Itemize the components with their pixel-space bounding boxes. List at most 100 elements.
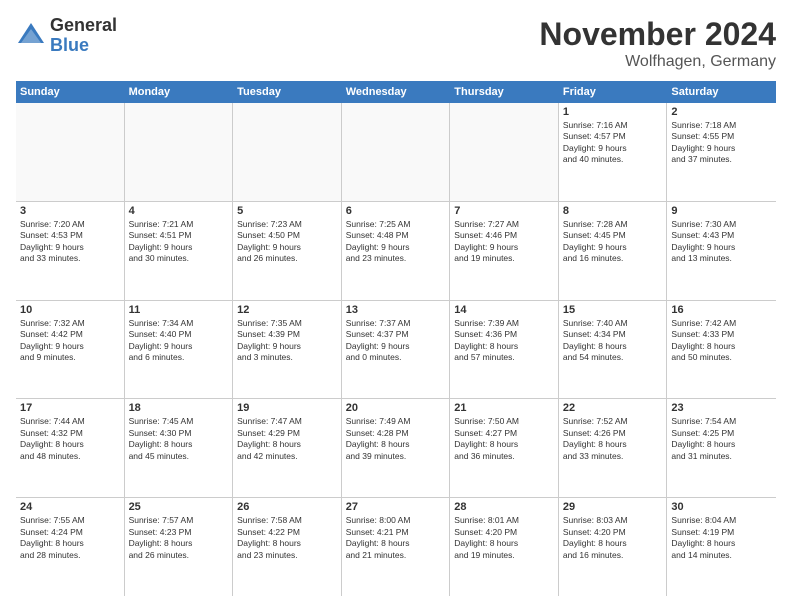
- day-info: Sunrise: 7:45 AM Sunset: 4:30 PM Dayligh…: [129, 416, 229, 462]
- day-cell-27: 27 Sunrise: 8:00 AM Sunset: 4:21 PM Dayli…: [342, 498, 451, 596]
- day-number: 21: [454, 402, 554, 414]
- day-cell-22: 22Sunrise: 7:52 AM Sunset: 4:26 PM Dayli…: [559, 399, 668, 497]
- day-number: 9: [671, 205, 772, 217]
- day-number: 16: [671, 304, 772, 316]
- day-info: Sunrise: 7:27 AM Sunset: 4:46 PM Dayligh…: [454, 219, 554, 265]
- day-number: 20: [346, 402, 446, 414]
- week-3: 10Sunrise: 7:32 AM Sunset: 4:42 PM Dayli…: [16, 301, 776, 400]
- logo-text: General Blue: [50, 16, 117, 56]
- day-number: 5: [237, 205, 337, 217]
- day-number: 12: [237, 304, 337, 316]
- logo-general: General: [50, 16, 117, 36]
- page: General Blue November 2024 Wolfhagen, Ge…: [0, 0, 792, 612]
- day-info: Sunrise: 7:18 AM Sunset: 4:55 PM Dayligh…: [671, 120, 772, 166]
- day-number: 23: [671, 402, 772, 414]
- day-number: 11: [129, 304, 229, 316]
- day-number: 1: [563, 106, 663, 118]
- day-cell-20: 20 Sunrise: 7:49 AM Sunset: 4:28 PM Dayli…: [342, 399, 451, 497]
- day-cell-30: 30Sunrise: 8:04 AM Sunset: 4:19 PM Dayli…: [667, 498, 776, 596]
- day-number: 15: [563, 304, 663, 316]
- day-cell-3: 3 Sunrise: 7:20 AM Sunset: 4:53 PM Daylig…: [16, 202, 125, 300]
- day-cell-4: 4 Sunrise: 7:21 AM Sunset: 4:51 PM Daylig…: [125, 202, 234, 300]
- header-day-monday: Monday: [125, 81, 234, 103]
- day-cell-1: 1Sunrise: 7:16 AM Sunset: 4:57 PM Daylig…: [559, 103, 668, 201]
- empty-cell: [342, 103, 451, 201]
- day-cell-5: 5Sunrise: 7:23 AM Sunset: 4:50 PM Daylig…: [233, 202, 342, 300]
- day-number: 17: [20, 402, 120, 414]
- header-day-sunday: Sunday: [16, 81, 125, 103]
- day-cell-10: 10Sunrise: 7:32 AM Sunset: 4:42 PM Dayli…: [16, 301, 125, 399]
- day-info: Sunrise: 7:20 AM Sunset: 4:53 PM Dayligh…: [20, 219, 120, 265]
- day-number: 7: [454, 205, 554, 217]
- day-cell-26: 26 Sunrise: 7:58 AM Sunset: 4:22 PM Dayli…: [233, 498, 342, 596]
- week-5: 24Sunrise: 7:55 AM Sunset: 4:24 PM Dayli…: [16, 498, 776, 596]
- day-number: 8: [563, 205, 663, 217]
- week-1: 1Sunrise: 7:16 AM Sunset: 4:57 PM Daylig…: [16, 103, 776, 202]
- day-info: Sunrise: 7:58 AM Sunset: 4:22 PM Dayligh…: [237, 515, 337, 561]
- day-info: Sunrise: 7:42 AM Sunset: 4:33 PM Dayligh…: [671, 318, 772, 364]
- header: General Blue November 2024 Wolfhagen, Ge…: [16, 16, 776, 71]
- day-cell-23: 23 Sunrise: 7:54 AM Sunset: 4:25 PM Dayli…: [667, 399, 776, 497]
- day-info: Sunrise: 7:21 AM Sunset: 4:51 PM Dayligh…: [129, 219, 229, 265]
- day-cell-16: 16 Sunrise: 7:42 AM Sunset: 4:33 PM Dayli…: [667, 301, 776, 399]
- week-2: 3 Sunrise: 7:20 AM Sunset: 4:53 PM Daylig…: [16, 202, 776, 301]
- day-info: Sunrise: 7:50 AM Sunset: 4:27 PM Dayligh…: [454, 416, 554, 462]
- day-cell-6: 6 Sunrise: 7:25 AM Sunset: 4:48 PM Daylig…: [342, 202, 451, 300]
- day-cell-8: 8 Sunrise: 7:28 AM Sunset: 4:45 PM Daylig…: [559, 202, 668, 300]
- day-info: Sunrise: 7:28 AM Sunset: 4:45 PM Dayligh…: [563, 219, 663, 265]
- day-cell-28: 28 Sunrise: 8:01 AM Sunset: 4:20 PM Dayli…: [450, 498, 559, 596]
- logo-blue: Blue: [50, 36, 117, 56]
- day-number: 10: [20, 304, 120, 316]
- day-number: 13: [346, 304, 446, 316]
- day-cell-12: 12Sunrise: 7:35 AM Sunset: 4:39 PM Dayli…: [233, 301, 342, 399]
- day-info: Sunrise: 8:03 AM Sunset: 4:20 PM Dayligh…: [563, 515, 663, 561]
- day-number: 29: [563, 501, 663, 513]
- day-info: Sunrise: 8:01 AM Sunset: 4:20 PM Dayligh…: [454, 515, 554, 561]
- empty-cell: [16, 103, 125, 201]
- day-info: Sunrise: 7:34 AM Sunset: 4:40 PM Dayligh…: [129, 318, 229, 364]
- day-cell-14: 14Sunrise: 7:39 AM Sunset: 4:36 PM Dayli…: [450, 301, 559, 399]
- day-number: 28: [454, 501, 554, 513]
- day-cell-15: 15 Sunrise: 7:40 AM Sunset: 4:34 PM Dayli…: [559, 301, 668, 399]
- day-info: Sunrise: 7:40 AM Sunset: 4:34 PM Dayligh…: [563, 318, 663, 364]
- day-number: 2: [671, 106, 772, 118]
- day-info: Sunrise: 8:00 AM Sunset: 4:21 PM Dayligh…: [346, 515, 446, 561]
- calendar-body: 1Sunrise: 7:16 AM Sunset: 4:57 PM Daylig…: [16, 103, 776, 596]
- day-info: Sunrise: 7:49 AM Sunset: 4:28 PM Dayligh…: [346, 416, 446, 462]
- day-number: 22: [563, 402, 663, 414]
- calendar: SundayMondayTuesdayWednesdayThursdayFrid…: [16, 81, 776, 596]
- day-number: 27: [346, 501, 446, 513]
- title-block: November 2024 Wolfhagen, Germany: [539, 16, 776, 71]
- header-day-friday: Friday: [559, 81, 668, 103]
- day-cell-29: 29 Sunrise: 8:03 AM Sunset: 4:20 PM Dayli…: [559, 498, 668, 596]
- day-number: 6: [346, 205, 446, 217]
- day-cell-13: 13Sunrise: 7:37 AM Sunset: 4:37 PM Dayli…: [342, 301, 451, 399]
- day-number: 26: [237, 501, 337, 513]
- day-info: Sunrise: 7:39 AM Sunset: 4:36 PM Dayligh…: [454, 318, 554, 364]
- day-info: Sunrise: 7:25 AM Sunset: 4:48 PM Dayligh…: [346, 219, 446, 265]
- day-number: 3: [20, 205, 120, 217]
- header-day-tuesday: Tuesday: [233, 81, 342, 103]
- day-cell-17: 17 Sunrise: 7:44 AM Sunset: 4:32 PM Dayli…: [16, 399, 125, 497]
- day-number: 24: [20, 501, 120, 513]
- day-number: 19: [237, 402, 337, 414]
- logo-icon: [16, 21, 46, 51]
- day-number: 4: [129, 205, 229, 217]
- day-info: Sunrise: 7:30 AM Sunset: 4:43 PM Dayligh…: [671, 219, 772, 265]
- month-title: November 2024: [539, 16, 776, 53]
- day-cell-9: 9 Sunrise: 7:30 AM Sunset: 4:43 PM Daylig…: [667, 202, 776, 300]
- day-cell-19: 19Sunrise: 7:47 AM Sunset: 4:29 PM Dayli…: [233, 399, 342, 497]
- day-info: Sunrise: 7:44 AM Sunset: 4:32 PM Dayligh…: [20, 416, 120, 462]
- week-4: 17 Sunrise: 7:44 AM Sunset: 4:32 PM Dayli…: [16, 399, 776, 498]
- day-cell-21: 21 Sunrise: 7:50 AM Sunset: 4:27 PM Dayli…: [450, 399, 559, 497]
- empty-cell: [450, 103, 559, 201]
- logo: General Blue: [16, 16, 117, 56]
- day-info: Sunrise: 7:54 AM Sunset: 4:25 PM Dayligh…: [671, 416, 772, 462]
- location: Wolfhagen, Germany: [539, 53, 776, 71]
- day-number: 25: [129, 501, 229, 513]
- day-cell-25: 25 Sunrise: 7:57 AM Sunset: 4:23 PM Dayli…: [125, 498, 234, 596]
- day-cell-11: 11 Sunrise: 7:34 AM Sunset: 4:40 PM Dayli…: [125, 301, 234, 399]
- day-info: Sunrise: 8:04 AM Sunset: 4:19 PM Dayligh…: [671, 515, 772, 561]
- empty-cell: [233, 103, 342, 201]
- day-info: Sunrise: 7:57 AM Sunset: 4:23 PM Dayligh…: [129, 515, 229, 561]
